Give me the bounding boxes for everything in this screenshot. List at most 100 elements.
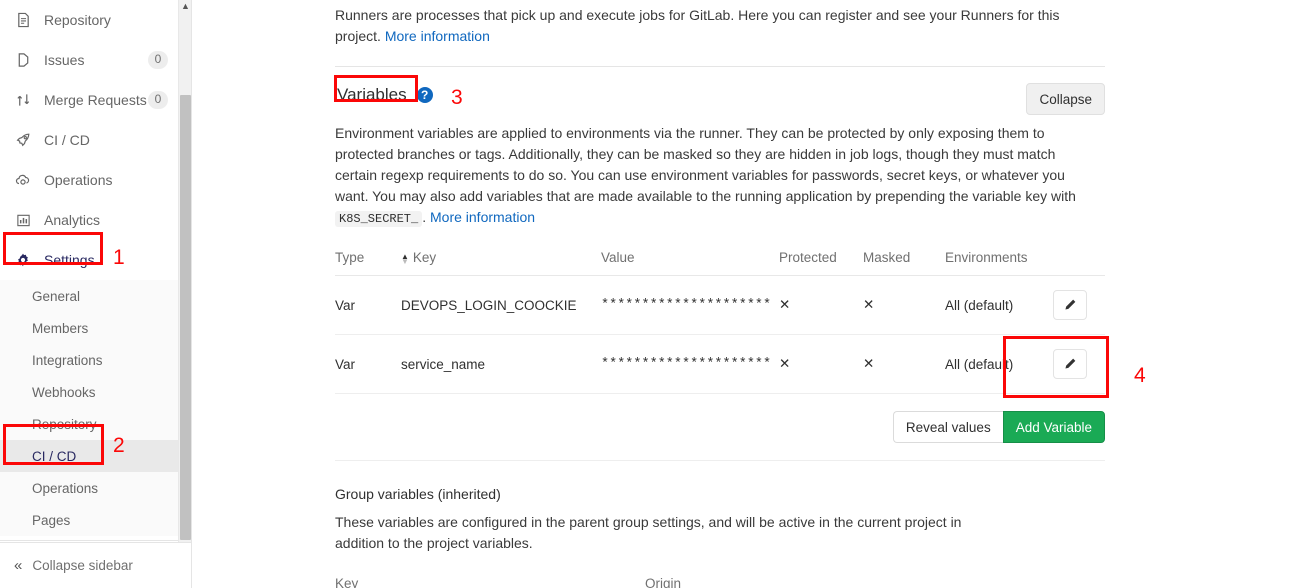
sidebar-subitem-label: Pages [32, 512, 71, 528]
project-sidebar: Repository Issues 0 Merge Requests 0 CI … [0, 0, 192, 588]
sidebar-subitem-label: Integrations [32, 352, 103, 368]
sort-arrows-icon[interactable]: ▲ ▼ [401, 253, 409, 266]
column-header-key-label: Key [412, 250, 437, 265]
column-header-key[interactable]: ▲ ▼ Key [401, 250, 601, 276]
issues-count-badge: 0 [148, 51, 168, 69]
sidebar-item-label: Repository [44, 12, 111, 28]
edit-variable-button[interactable] [1053, 290, 1087, 320]
column-header-origin: Origin [645, 576, 1105, 588]
cell-actions [1053, 275, 1105, 335]
sidebar-subitem-label: Members [32, 320, 89, 336]
variables-more-information-link[interactable]: More information [430, 209, 535, 225]
variables-description: Environment variables are applied to env… [335, 123, 1097, 230]
sidebar-subitem-label: CI / CD [32, 448, 77, 464]
scroll-up-arrow-icon[interactable]: ▲ [181, 2, 190, 11]
section-divider [335, 66, 1105, 67]
sidebar-subitem-operations[interactable]: Operations [0, 472, 180, 504]
cell-type: Var [335, 275, 401, 335]
edit-variable-button[interactable] [1053, 349, 1087, 379]
sidebar-subitem-label: Webhooks [32, 384, 96, 400]
cell-masked: ✕ [863, 275, 945, 335]
variables-description-part2: . [422, 209, 430, 225]
cell-protected: ✕ [779, 275, 863, 335]
column-header-value: Value [601, 250, 779, 276]
variables-description-part1: Environment variables are applied to env… [335, 125, 1076, 204]
annotation-number-2: 2 [113, 434, 125, 457]
merge-requests-icon [12, 90, 34, 110]
group-variables-description: These variables are configured in the pa… [335, 514, 962, 551]
collapse-sidebar-label: Collapse sidebar [32, 558, 133, 573]
bar-chart-icon [12, 210, 34, 230]
cell-masked: ✕ [863, 334, 945, 394]
sidebar-subitem-label: General [32, 288, 81, 304]
cell-protected: ✕ [779, 334, 863, 394]
question-mark-icon[interactable]: ? [416, 87, 433, 103]
annotation-number-3: 3 [451, 86, 463, 109]
sidebar-item-label: CI / CD [44, 132, 90, 148]
sidebar-subitem-label: Operations [32, 480, 99, 496]
sidebar-subitem-general[interactable]: General [0, 280, 180, 312]
cell-key: service_name [401, 334, 601, 394]
column-header-masked: Masked [863, 250, 945, 276]
variables-table-body: Var DEVOPS_LOGIN_COOCKIE ***************… [335, 275, 1105, 394]
merge-requests-count-badge: 0 [148, 91, 168, 109]
sidebar-item-settings[interactable]: Settings [0, 240, 180, 280]
cell-environments: All (default) [945, 334, 1053, 394]
sidebar-subitem-label: Repository [32, 416, 97, 432]
collapse-variables-button[interactable]: Collapse [1026, 83, 1105, 115]
sidebar-subitem-repository[interactable]: Repository [0, 408, 180, 440]
settings-submenu: General Members Integrations Webhooks Re… [0, 280, 180, 536]
sidebar-divider [0, 540, 180, 541]
sidebar-item-label: Operations [44, 172, 113, 188]
table-row: Var service_name ********************* ✕… [335, 334, 1105, 394]
group-variables-table-head: Key Origin [335, 576, 1105, 588]
k8s-secret-code-token: K8S_SECRET_ [335, 211, 423, 227]
collapse-sidebar-button[interactable]: « Collapse sidebar [0, 542, 191, 588]
sidebar-item-issues[interactable]: Issues 0 [0, 40, 180, 80]
sidebar-subitem-integrations[interactable]: Integrations [0, 344, 180, 376]
cell-actions [1053, 334, 1105, 394]
column-header-type: Type [335, 250, 401, 276]
gitlab-project-settings-page: Repository Issues 0 Merge Requests 0 CI … [0, 0, 1295, 588]
runners-more-information-link[interactable]: More information [385, 28, 490, 44]
sidebar-item-repository[interactable]: Repository [0, 0, 180, 40]
pencil-icon [1065, 358, 1076, 369]
sidebar-item-label: Issues [44, 52, 85, 68]
chevron-double-left-icon: « [14, 557, 23, 574]
sidebar-item-merge-requests[interactable]: Merge Requests 0 [0, 80, 180, 120]
sidebar-nav-scroll: Repository Issues 0 Merge Requests 0 CI … [0, 0, 180, 543]
variables-title: Variables [337, 85, 407, 104]
sidebar-item-label: Merge Requests [44, 92, 147, 108]
sidebar-item-ci-cd[interactable]: CI / CD [0, 120, 180, 160]
add-variable-button[interactable]: Add Variable [1002, 411, 1105, 443]
sidebar-item-operations[interactable]: Operations [0, 160, 180, 200]
sidebar-item-label: Analytics [44, 212, 101, 228]
sidebar-item-label: Settings [44, 252, 95, 268]
gear-icon [12, 250, 34, 270]
sidebar-subitem-members[interactable]: Members [0, 312, 180, 344]
repository-icon [12, 10, 34, 30]
sidebar-subitem-pages[interactable]: Pages [0, 504, 180, 536]
annotation-number-4: 4 [1134, 364, 1146, 387]
column-header-key: Key [335, 576, 645, 588]
reveal-values-button[interactable]: Reveal values [892, 411, 1003, 443]
sidebar-scrollbar-thumb[interactable] [180, 95, 191, 540]
sidebar-item-analytics[interactable]: Analytics [0, 200, 180, 240]
column-header-actions [1053, 250, 1105, 276]
cell-key: DEVOPS_LOGIN_COOCKIE [401, 275, 601, 335]
variables-table: Type ▲ ▼ Key Value Protected Masked Enviro… [335, 250, 1105, 394]
annotation-number-1: 1 [113, 246, 125, 269]
variables-header-row: Type ▲ ▼ Key Value Protected Masked Enviro… [335, 250, 1105, 276]
sidebar-scrollbar[interactable]: ▲ [178, 0, 191, 548]
sidebar-subitem-webhooks[interactable]: Webhooks [0, 376, 180, 408]
table-row: Var DEVOPS_LOGIN_COOCKIE ***************… [335, 275, 1105, 335]
cell-environments: All (default) [945, 275, 1053, 335]
group-variables-header-row: Key Origin [335, 576, 1105, 588]
variables-actions-row: Reveal values Add Variable [335, 394, 1105, 461]
issues-icon [12, 50, 34, 70]
cloud-gear-icon [12, 170, 34, 190]
cell-value: ********************* [601, 275, 779, 335]
cell-value: ********************* [601, 334, 779, 394]
column-header-environments: Environments [945, 250, 1053, 276]
sidebar-subitem-ci-cd[interactable]: CI / CD [0, 440, 180, 472]
